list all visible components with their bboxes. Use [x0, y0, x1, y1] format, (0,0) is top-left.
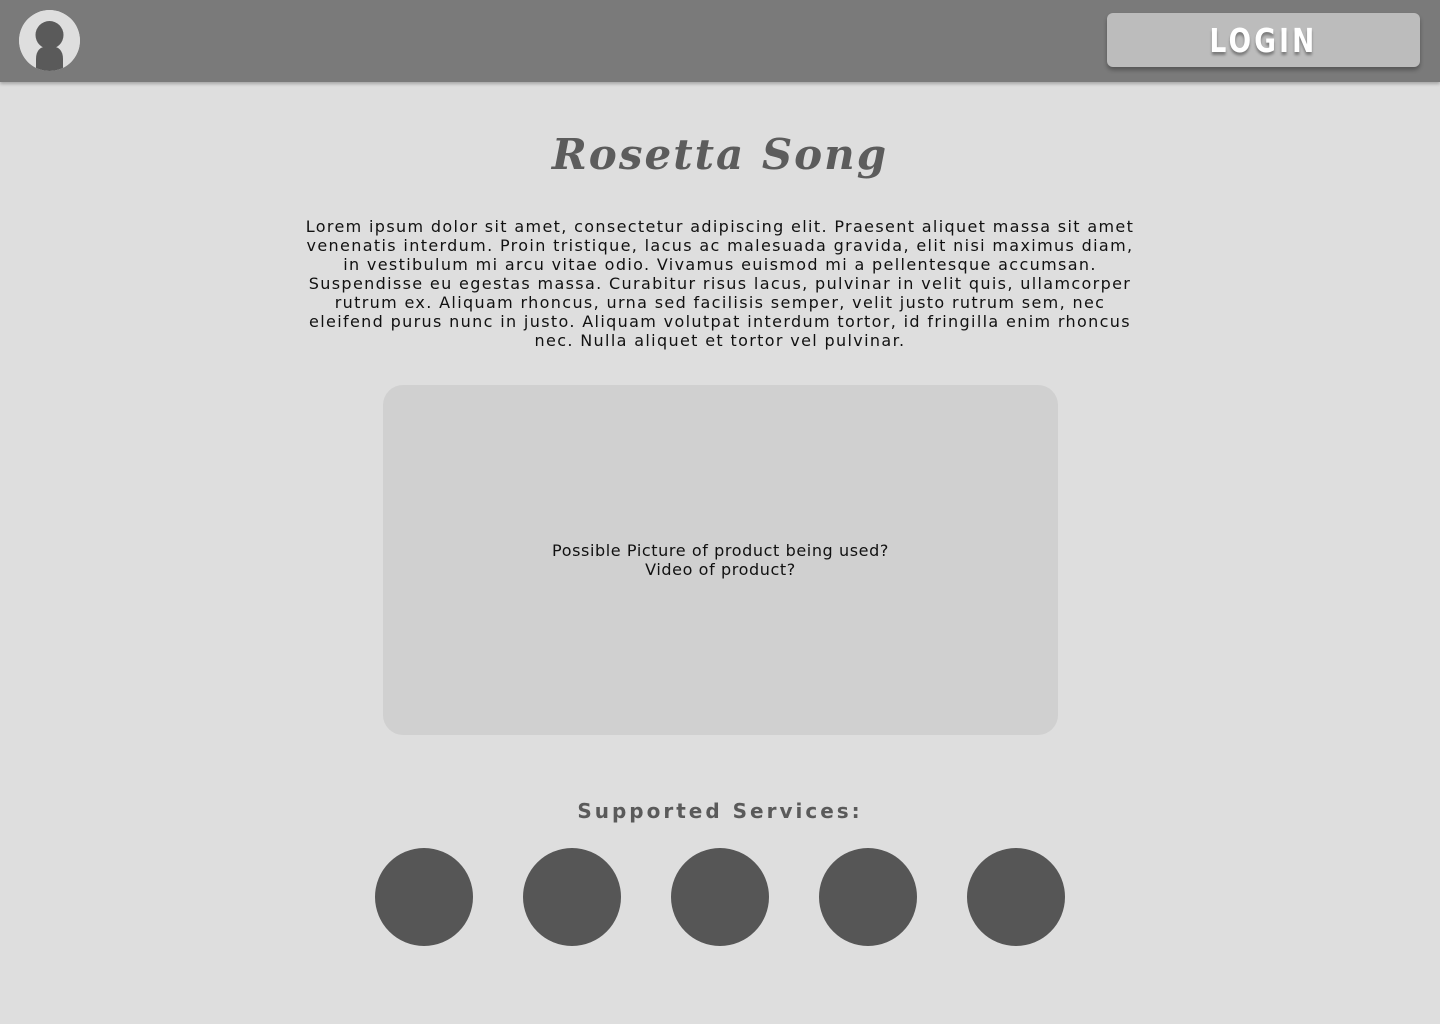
login-button[interactable]: LOGIN	[1107, 13, 1420, 67]
media-placeholder: Possible Picture of product being used? …	[383, 385, 1058, 735]
intro-paragraph: Lorem ipsum dolor sit amet, consectetur …	[305, 217, 1135, 350]
user-avatar-icon[interactable]	[19, 10, 80, 71]
media-placeholder-line-2: Video of product?	[645, 560, 796, 579]
service-icon-1[interactable]	[375, 848, 473, 946]
service-icon-3[interactable]	[671, 848, 769, 946]
service-icon-5[interactable]	[967, 848, 1065, 946]
service-icon-2[interactable]	[523, 848, 621, 946]
media-placeholder-line-1: Possible Picture of product being used?	[552, 541, 889, 560]
supported-services-title: Supported Services:	[577, 799, 863, 823]
page-title: Rosetta Song	[551, 130, 889, 179]
service-icon-4[interactable]	[819, 848, 917, 946]
login-button-label: LOGIN	[1209, 20, 1318, 60]
top-bar: LOGIN	[0, 0, 1440, 82]
